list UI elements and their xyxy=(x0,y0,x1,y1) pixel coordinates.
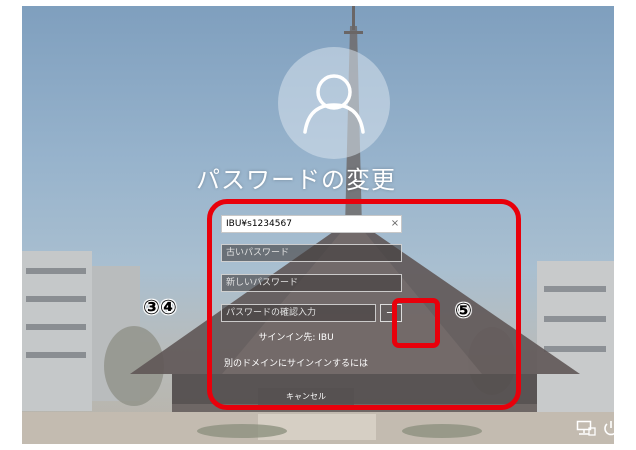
user-avatar-icon xyxy=(278,47,390,159)
page-title: パスワードの変更 xyxy=(196,166,396,194)
network-icon[interactable] xyxy=(576,420,596,436)
power-icon[interactable] xyxy=(601,420,621,436)
annotation-highlight-form xyxy=(207,199,521,410)
annotation-highlight-submit xyxy=(392,298,440,348)
annotation-label-submit: ⑤ xyxy=(455,298,472,322)
annotation-label-fields: ③④ xyxy=(143,295,177,319)
